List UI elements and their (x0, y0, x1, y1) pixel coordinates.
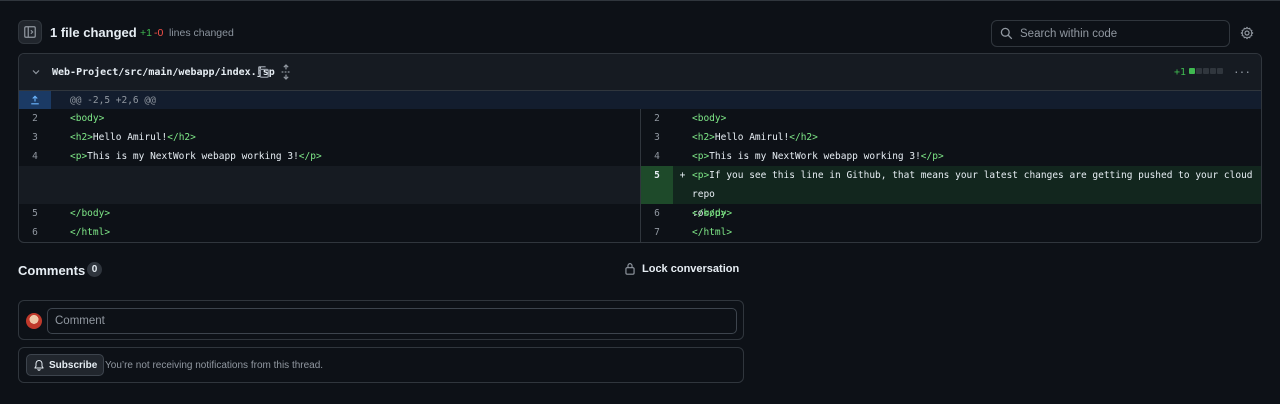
sidebar-expand-icon (24, 26, 36, 38)
addition-marker: + (679, 170, 686, 181)
diff-row-added: 5 + <p>If you see this line in Github, t… (641, 166, 1261, 219)
comments-count-badge: 0 (87, 262, 102, 277)
diff-row: 5 </body> (19, 204, 640, 223)
file-tree-toggle-button[interactable] (18, 20, 42, 44)
search-icon (1000, 27, 1013, 40)
diff-stat-block-neutral (1196, 68, 1202, 74)
line-number[interactable]: 4 (641, 147, 673, 166)
files-changed-count: 1 file changed (50, 25, 137, 40)
line-number[interactable]: 2 (19, 109, 51, 128)
diff-row: 6 </html> (19, 223, 640, 242)
diff-row: 4 <p>This is my NextWork webapp working … (19, 147, 640, 166)
notification-status-text: You’re not receiving notifications from … (105, 360, 324, 371)
diff-row-empty (19, 166, 640, 204)
file-diff: Web-Project/src/main/webapp/index.jsp +1… (18, 53, 1262, 243)
chevron-down-icon[interactable] (30, 66, 42, 78)
line-number[interactable]: 7 (641, 223, 673, 242)
code-search-box[interactable] (991, 20, 1230, 47)
diff-stat-block-neutral (1217, 68, 1223, 74)
comments-heading: Comments (18, 263, 86, 278)
code-search-input[interactable] (1020, 27, 1220, 40)
diff-row: 7 </html> (641, 223, 1261, 242)
lock-conversation-button[interactable]: Lock conversation (624, 262, 739, 275)
code-line: </html> (70, 227, 111, 238)
deletions-count: -0 (154, 27, 164, 39)
line-number (19, 166, 51, 204)
copy-icon[interactable] (256, 65, 270, 79)
line-number[interactable]: 4 (19, 147, 51, 166)
diff-row: 6 </body> (641, 204, 1261, 223)
expand-up-button[interactable] (19, 91, 51, 109)
diff-stat-additions: +1 (1174, 67, 1187, 78)
subscribe-label: Subscribe (49, 359, 98, 371)
file-options-kebab-icon[interactable]: ··· (1234, 63, 1251, 79)
code-line: </html> (692, 227, 733, 238)
diff-toolbar: 1 file changed +1 -0 lines changed (18, 19, 1262, 47)
expand-all-icon[interactable] (279, 64, 293, 80)
diff-stat-block-neutral (1210, 68, 1216, 74)
avatar (26, 313, 42, 329)
hunk-header: @@ -2,5 +2,6 @@ (19, 91, 1261, 109)
line-number[interactable]: 5 (19, 204, 51, 223)
lines-changed-label: lines changed (169, 27, 234, 39)
gear-icon (1240, 26, 1254, 40)
lock-conversation-label: Lock conversation (642, 262, 740, 275)
notifications-panel: Subscribe You’re not receiving notificat… (18, 347, 744, 383)
top-divider (0, 0, 1280, 1)
lock-icon (625, 263, 635, 275)
line-number[interactable]: 6 (19, 223, 51, 242)
comment-composer (18, 300, 744, 340)
diff-stat-blocks (1189, 68, 1223, 74)
diff-stat-block-added (1189, 68, 1195, 74)
line-number[interactable]: 6 (641, 204, 673, 223)
line-number[interactable]: 5 (641, 166, 673, 204)
line-number[interactable]: 3 (19, 128, 51, 147)
diff-split-view: 2 <body> 3 <h2>Hello Amirul!</h2> 4 <p>T… (19, 109, 1261, 242)
diff-stat-block-neutral (1203, 68, 1209, 74)
diff-left-side: 2 <body> 3 <h2>Hello Amirul!</h2> 4 <p>T… (19, 109, 640, 242)
file-diff-header: Web-Project/src/main/webapp/index.jsp +1… (19, 54, 1261, 91)
diff-right-side: 2 <body> 3 <h2>Hello Amirul!</h2> 4 <p>T… (640, 109, 1261, 242)
file-path[interactable]: Web-Project/src/main/webapp/index.jsp (52, 67, 275, 78)
additions-count: +1 (140, 27, 152, 39)
subscribe-button[interactable]: Subscribe (26, 354, 105, 376)
line-number[interactable]: 3 (641, 128, 673, 147)
comment-input[interactable] (47, 308, 737, 334)
code-line: <p>If you see this line in Github, that … (692, 170, 1253, 219)
code-line: <p>This is my NextWork webapp working 3!… (70, 151, 322, 162)
expand-up-icon (31, 95, 39, 105)
bell-icon (34, 360, 44, 371)
diff-settings-button[interactable] (1239, 25, 1255, 41)
line-number[interactable]: 2 (641, 109, 673, 128)
